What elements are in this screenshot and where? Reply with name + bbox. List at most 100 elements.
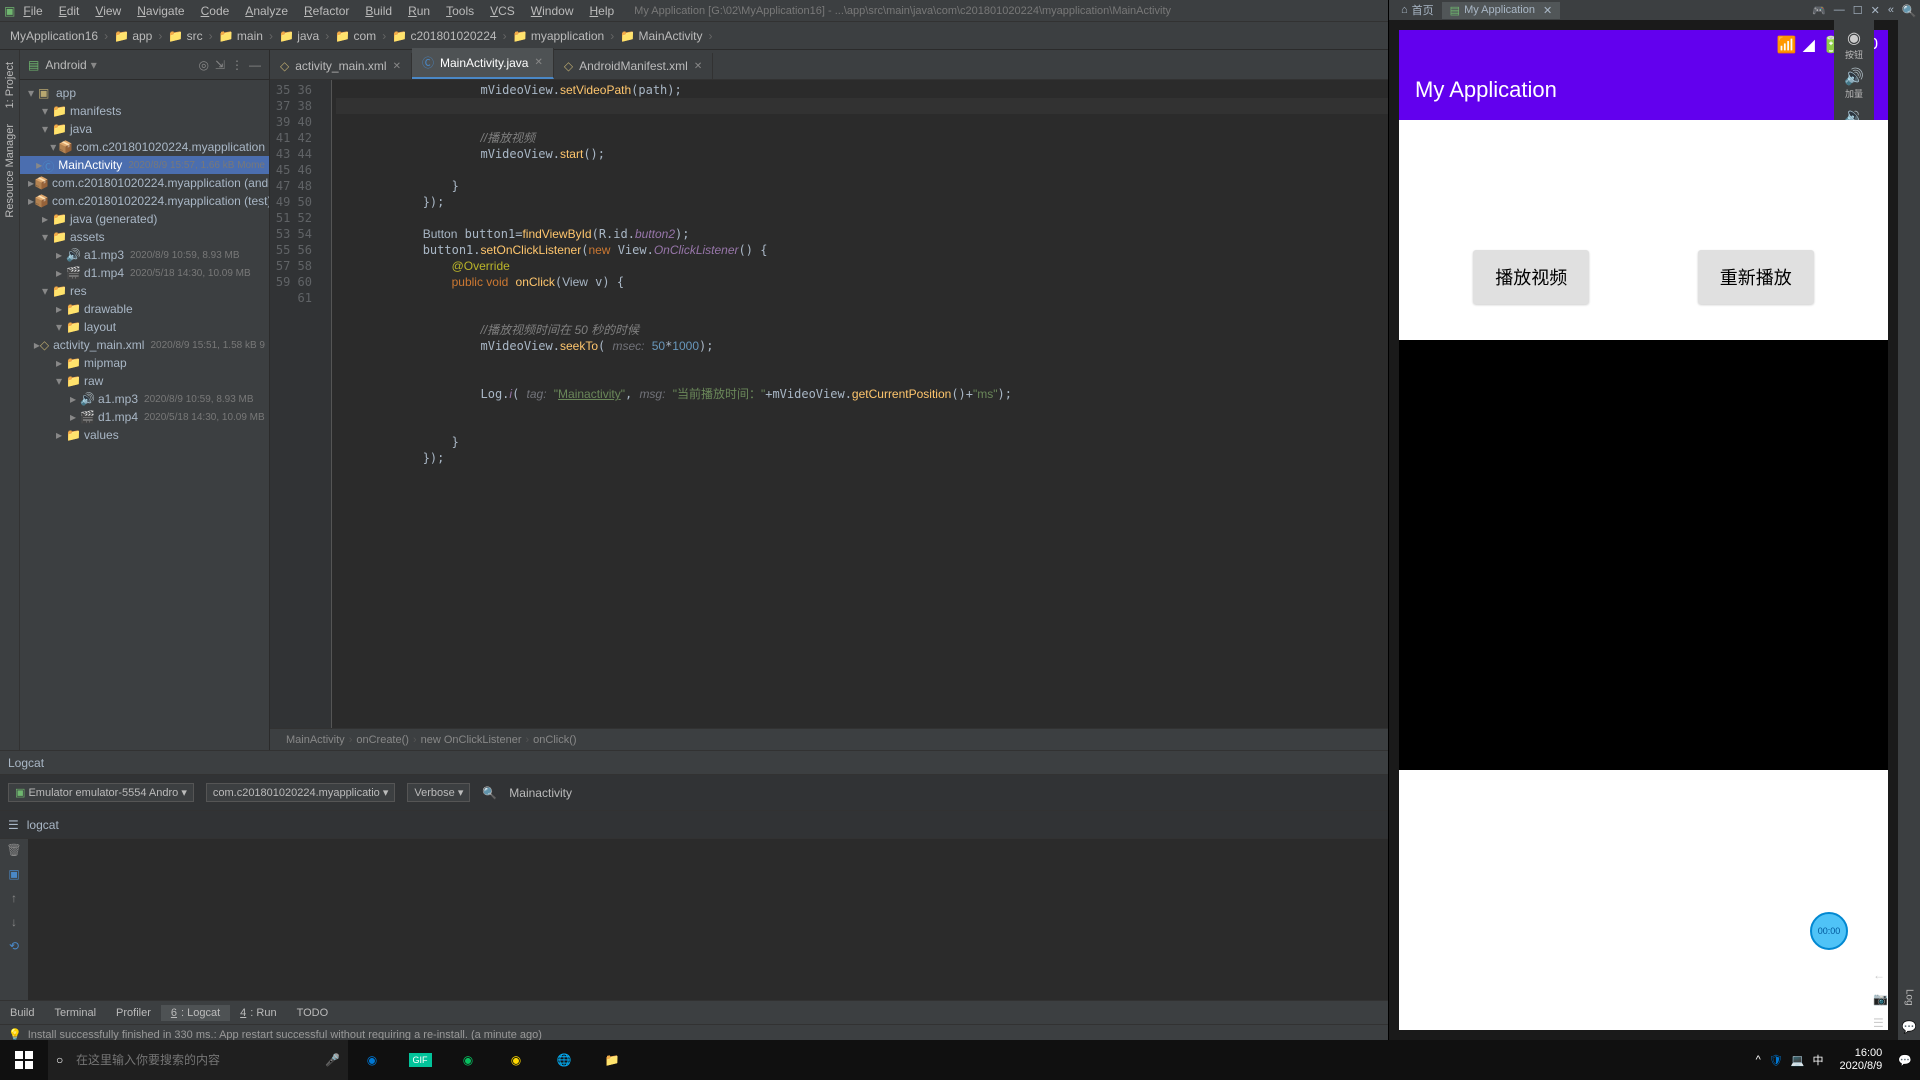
tree-node[interactable]: ▸🎬d1.mp42020/5/18 14:30, 10.09 MB [20,408,269,426]
bottom-tab[interactable]: Terminal [44,1005,106,1021]
editor-tab[interactable]: ◇AndroidManifest.xml✕ [554,53,713,79]
close-tab-icon[interactable]: ✕ [694,61,702,72]
replay-button[interactable]: 重新播放 [1698,250,1814,304]
down-icon[interactable]: ↓ [11,915,17,929]
emu-tab-app[interactable]: ▤My Application✕ [1442,2,1561,19]
menu-tools[interactable]: Tools [438,2,482,20]
video-view[interactable] [1399,340,1888,770]
tree-node[interactable]: ▸📁mipmap [20,354,269,372]
menu-help[interactable]: Help [581,2,622,20]
emu-back-icon[interactable]: ← [1873,968,1888,982]
menu-navigate[interactable]: Navigate [129,2,192,20]
breadcrumb-item[interactable]: 📁 c201801020224 [390,29,498,43]
app-explorer[interactable]: 📁 [588,1040,636,1080]
log-tab[interactable]: Log [1902,981,1917,1014]
collapse-icon[interactable]: ⇲ [215,58,225,72]
tree-node[interactable]: ▾📁layout [20,318,269,336]
breadcrumb-item[interactable]: 📁 app [112,29,154,43]
settings-icon[interactable]: ⋮ [231,58,243,72]
breadcrumb-item[interactable]: 📁 myapplication [511,29,607,43]
breadcrumb-item[interactable]: 📁 MainActivity [618,29,704,43]
menu-view[interactable]: View [87,2,129,20]
emu-min-icon[interactable]: — [1834,4,1845,17]
bottom-tab[interactable]: TODO [287,1005,339,1021]
game-icon[interactable]: 🎮 [1812,4,1826,17]
logcat-tab[interactable]: logcat [27,818,59,832]
emu-camera-icon[interactable]: 📷 [1873,992,1888,1006]
tray-shield-icon[interactable]: 🛡 [1769,1054,1783,1067]
close-tab-icon[interactable]: ✕ [1543,4,1552,17]
menu-file[interactable]: File [15,2,50,20]
close-tab-icon[interactable]: ✕ [534,57,542,68]
tray-network-icon[interactable]: 💻 [1791,1054,1805,1067]
tray-ime-icon[interactable]: 中 [1812,1052,1823,1068]
menu-analyze[interactable]: Analyze [237,2,296,20]
menu-window[interactable]: Window [523,2,582,20]
tree-node[interactable]: ▸📁java (generated) [20,210,269,228]
tray-chevron-icon[interactable]: ^ [1756,1054,1761,1066]
filter-icon[interactable]: ☰ [8,818,19,832]
app-potplayer[interactable]: ◉ [492,1040,540,1080]
menu-refactor[interactable]: Refactor [296,2,357,20]
tree-node[interactable]: ▸📦com.c201801020224.myapplication (andro… [20,174,269,192]
menu-edit[interactable]: Edit [51,2,88,20]
app-gif[interactable]: GIF [396,1040,444,1080]
app-edge[interactable]: ◉ [348,1040,396,1080]
app-chrome[interactable]: 🌐 [540,1040,588,1080]
notify-icon[interactable]: 💬 [1902,1020,1917,1034]
tree-node[interactable]: ▸🎬d1.mp42020/5/18 14:30, 10.09 MB [20,264,269,282]
app-wechat[interactable]: ◉ [444,1040,492,1080]
emu-more-icon[interactable]: « [1888,4,1894,17]
taskbar-search[interactable]: ○ 🎤 [48,1040,348,1080]
breadcrumb-item[interactable]: 📁 java [277,29,321,43]
emu-menu-icon[interactable]: ☰ [1873,1016,1888,1030]
breadcrumb-item[interactable]: 📁 main [217,29,265,43]
tree-node[interactable]: ▸🔊a1.mp32020/8/9 10:59, 8.93 MB [20,390,269,408]
close-tab-icon[interactable]: ✕ [393,61,401,72]
play-video-button[interactable]: 播放视频 [1473,250,1589,304]
tree-node[interactable]: ▸📁drawable [20,300,269,318]
fold-gutter[interactable] [320,80,332,728]
start-button[interactable] [0,1040,48,1080]
tree-node[interactable]: ▾📁manifests [20,102,269,120]
tree-node[interactable]: ▾📁java [20,120,269,138]
notification-icon[interactable]: 💬 [1898,1054,1912,1067]
breadcrumb-item[interactable]: MyApplication16 [8,29,100,43]
emu-tool-0[interactable]: ◉按钮 [1838,28,1870,61]
crumb-item[interactable]: new OnClickListener [417,734,526,746]
device-selector[interactable]: ▣ Emulator emulator-5554 Andro ▾ [8,783,194,802]
emu-tool-1[interactable]: 🔊加量 [1838,67,1870,100]
emu-max-icon[interactable]: ☐ [1853,4,1863,17]
editor-tab[interactable]: ◇activity_main.xml✕ [270,53,412,79]
hide-icon[interactable]: — [249,58,261,72]
project-tab[interactable]: 1: Project [2,54,18,116]
resource-manager-tab[interactable]: Resource Manager [2,116,18,226]
crumb-item[interactable]: onClick() [529,734,580,746]
bottom-tab[interactable]: 4: Run [230,1005,286,1021]
phone-screen[interactable]: 📶 ◢ 🔋 2:40 My Application 播放视频 重新播放 00:0… [1399,30,1888,1030]
menu-vcs[interactable]: VCS [482,2,523,20]
crumb-item[interactable]: MainActivity [282,734,349,746]
project-view-selector[interactable]: Android [45,58,86,72]
search-icon[interactable]: 🔍 [1902,4,1917,18]
menu-build[interactable]: Build [357,2,400,20]
bottom-tab[interactable]: Profiler [106,1005,161,1021]
target-icon[interactable]: ◎ [198,58,208,72]
package-selector[interactable]: com.c201801020224.myapplicatio ▾ [206,783,396,802]
up-icon[interactable]: ↑ [11,891,17,905]
bottom-tab[interactable]: Build [0,1005,44,1021]
tree-node[interactable]: ▾📁res [20,282,269,300]
logcat-filter-text[interactable]: Mainactivity [509,786,572,800]
menu-run[interactable]: Run [400,2,438,20]
menu-code[interactable]: Code [193,2,238,20]
mic-icon[interactable]: 🎤 [325,1053,340,1067]
clear-log-icon[interactable]: 🗑 [6,843,21,857]
scroll-end-icon[interactable]: ▣ [8,867,19,881]
breadcrumb-item[interactable]: 📁 src [166,29,204,43]
bottom-tab[interactable]: 6: Logcat [161,1005,230,1021]
tree-node[interactable]: ▸🔊a1.mp32020/8/9 10:59, 8.93 MB [20,246,269,264]
search-input[interactable] [76,1053,325,1067]
tree-node[interactable]: ▸ⒸMainActivity2020/8/9 15:57, 1.66 kB Mo… [20,156,269,174]
breadcrumb-item[interactable]: 📁 com [333,29,378,43]
tree-node[interactable]: ▾📦com.c201801020224.myapplication [20,138,269,156]
